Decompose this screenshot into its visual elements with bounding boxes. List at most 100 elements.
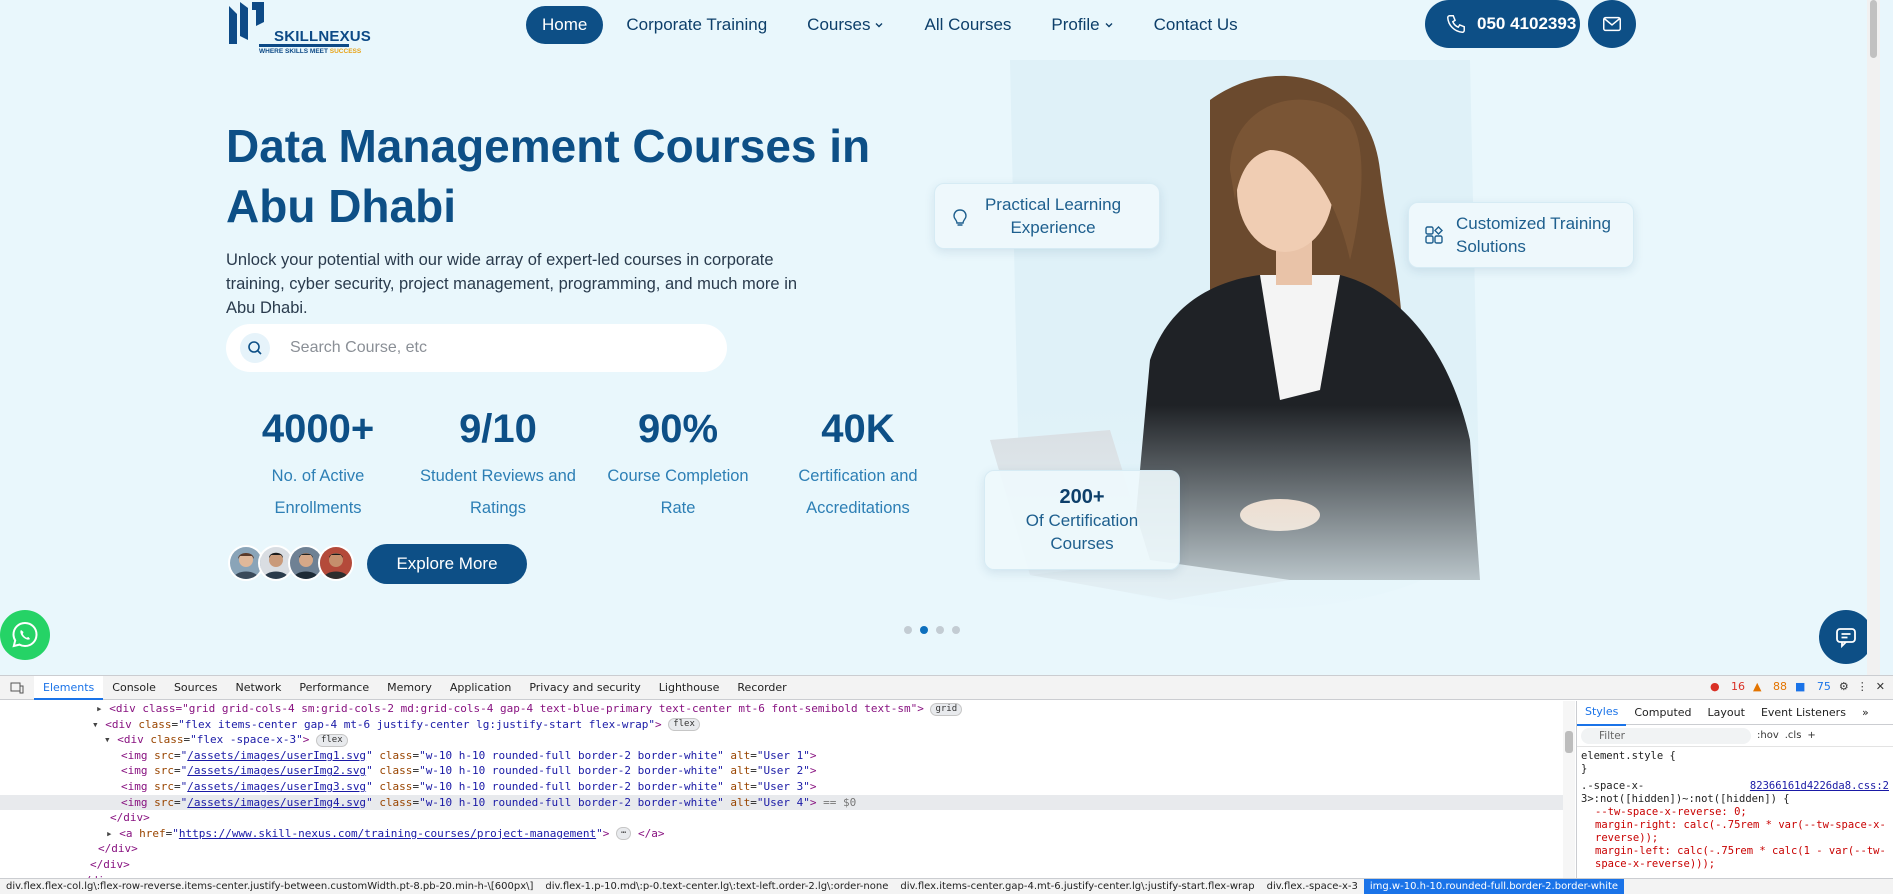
attr-value: w-10 h-10 rounded-full border-2 border-w… — [425, 764, 718, 778]
img-src[interactable]: /assets/images/userImg2.svg — [187, 764, 366, 777]
settings-gear-icon[interactable]: ⚙ — [1839, 680, 1849, 693]
info-count[interactable]: ■ 75 — [1795, 680, 1831, 693]
search-input[interactable] — [290, 339, 690, 357]
dom-node[interactable]: </div> — [0, 841, 1563, 857]
chat-button[interactable] — [1819, 610, 1873, 664]
breadcrumb-item[interactable]: div.flex.items-center.gap-4.mt-6.justify… — [894, 881, 1260, 892]
link-href[interactable]: https://www.skill-nexus.com/training-cou… — [179, 827, 596, 840]
dom-scrollbar[interactable] — [1563, 701, 1575, 879]
dom-node[interactable]: </div> — [0, 857, 1563, 873]
nav-all-courses[interactable]: All Courses — [907, 6, 1028, 44]
tab-network[interactable]: Network — [226, 676, 290, 700]
explore-more-button[interactable]: Explore More — [367, 544, 527, 584]
error-count[interactable]: ● 16 — [1710, 680, 1745, 693]
nav-label: Corporate Training — [626, 15, 768, 34]
nav-corporate-training[interactable]: Corporate Training — [609, 6, 784, 44]
breadcrumb-item[interactable]: div.flex.-space-x-3 — [1261, 881, 1364, 892]
nav-contact-us[interactable]: Contact Us — [1137, 6, 1255, 44]
rule-close: } — [1581, 763, 1588, 775]
warning-count[interactable]: ▲ 88 — [1753, 680, 1787, 693]
hov-toggle[interactable]: :hov — [1757, 730, 1779, 741]
cls-toggle[interactable]: .cls — [1785, 730, 1802, 741]
img-src[interactable]: /assets/images/userImg4.svg — [187, 796, 366, 809]
tab-privacy[interactable]: Privacy and security — [520, 676, 649, 700]
main-nav: Home Corporate Training Courses All Cour… — [526, 5, 1261, 45]
more-tabs-icon[interactable]: » — [1854, 701, 1877, 725]
tab-application[interactable]: Application — [441, 676, 520, 700]
layout-pill[interactable]: grid — [930, 702, 963, 716]
whatsapp-icon — [12, 621, 38, 648]
css-declaration[interactable]: margin-right: calc(-.75rem * var(--tw-sp… — [1581, 819, 1889, 845]
nav-profile[interactable]: Profile — [1034, 6, 1130, 44]
breadcrumb-item-selected[interactable]: img.w-10.h-10.rounded-full.border-2.bord… — [1363, 879, 1625, 894]
more-options-icon[interactable]: ⋮ — [1857, 680, 1868, 693]
tab-styles[interactable]: Styles — [1577, 700, 1627, 726]
tab-computed[interactable]: Computed — [1626, 701, 1699, 725]
page-scrollbar[interactable] — [1867, 0, 1880, 675]
carousel-dot[interactable] — [904, 626, 912, 634]
nav-label: Profile — [1051, 15, 1100, 34]
styles-filter-row: Filter :hov .cls + — [1577, 725, 1893, 747]
css-rule[interactable]: 82366161d4226da8.css:2 .-space-x-3>:not(… — [1581, 780, 1889, 806]
lightbulb-icon — [953, 209, 967, 226]
tab-layout[interactable]: Layout — [1700, 701, 1753, 725]
tab-event-listeners[interactable]: Event Listeners — [1753, 701, 1854, 725]
tab-performance[interactable]: Performance — [290, 676, 378, 700]
dom-node[interactable]: </div> — [0, 810, 1563, 826]
css-declaration[interactable]: margin-left: calc(-.75rem * calc(1 - var… — [1581, 845, 1889, 871]
layout-pill[interactable]: flex — [668, 718, 700, 732]
whatsapp-button[interactable] — [0, 610, 50, 660]
site-logo[interactable]: SKILLNEXUS WHERE SKILLS MEET SUCCESS — [226, 0, 371, 60]
tab-console[interactable]: Console — [103, 676, 165, 700]
tab-memory[interactable]: Memory — [378, 676, 441, 700]
dom-node[interactable]: ▾ <div class="flex items-center gap-4 mt… — [0, 717, 1563, 733]
dom-node[interactable]: ▾ <div class="flex -space-x-3"> flex — [0, 732, 1563, 748]
scrollbar-thumb[interactable] — [1870, 0, 1877, 58]
element-style-rule[interactable]: element.style { — [1581, 750, 1889, 763]
stat-reviews: 9/10 Student Reviews and Ratings — [408, 404, 588, 524]
logo-mark-icon — [229, 2, 264, 44]
dom-node[interactable]: <img src="/assets/images/userImg2.svg" c… — [0, 763, 1563, 779]
nav-courses[interactable]: Courses — [790, 6, 901, 44]
dom-node-selected[interactable]: <img src="/assets/images/userImg4.svg" c… — [0, 794, 1563, 811]
tab-lighthouse[interactable]: Lighthouse — [650, 676, 729, 700]
nav-label: Home — [542, 15, 588, 34]
dom-tree[interactable]: ▸ <div class="grid grid-cols-4 sm:grid-c… — [0, 701, 1563, 879]
email-button[interactable] — [1588, 0, 1636, 48]
breadcrumb-item[interactable]: div.flex-1.p-10.md\:p-0.text-center.lg\:… — [539, 881, 894, 892]
layout-pill[interactable]: flex — [315, 733, 348, 747]
stats-row: 4000+ No. of Active Enrollments 9/10 Stu… — [228, 404, 948, 524]
css-source-link[interactable]: 82366161d4226da8.css:2 — [1750, 780, 1889, 793]
close-icon[interactable]: ✕ — [1876, 680, 1885, 693]
device-toolbar-icon[interactable] — [0, 676, 34, 700]
scrollbar-thumb[interactable] — [1565, 731, 1573, 753]
error-count-value: 16 — [1731, 680, 1746, 693]
tab-elements[interactable]: Elements — [34, 675, 104, 700]
dom-node[interactable]: ▸ <a href="https://www.skill-nexus.com/t… — [0, 826, 1563, 842]
styles-tabbar: Styles Computed Layout Event Listeners » — [1577, 700, 1893, 726]
ellipsis-pill[interactable]: ⋯ — [615, 827, 632, 841]
dom-node[interactable]: <img src="/assets/images/userImg1.svg" c… — [0, 748, 1563, 764]
dom-node[interactable]: ▸ <div class="grid grid-cols-4 sm:grid-c… — [0, 701, 1563, 717]
nav-home[interactable]: Home — [526, 6, 604, 44]
styles-filter-input[interactable]: Filter — [1581, 727, 1751, 744]
badge-label: Practical Learning Experience — [984, 195, 1122, 237]
tab-sources[interactable]: Sources — [165, 676, 227, 700]
img-src[interactable]: /assets/images/userImg3.svg — [187, 780, 366, 793]
css-declaration[interactable]: --tw-space-x-reverse: 0; — [1581, 806, 1889, 819]
attr-value: w-10 h-10 rounded-full border-2 border-w… — [425, 748, 718, 762]
selected-marker: == $0 — [823, 795, 857, 809]
carousel-dot[interactable] — [936, 626, 944, 634]
carousel-dot[interactable] — [952, 626, 960, 634]
nav-label: All Courses — [924, 15, 1012, 34]
breadcrumb-item[interactable]: div.flex.flex-col.lg\:flex-row-reverse.i… — [0, 881, 539, 892]
avatar — [318, 545, 354, 581]
course-search[interactable] — [226, 324, 727, 372]
add-rule-icon[interactable]: + — [1807, 730, 1815, 741]
carousel-dot-active[interactable] — [920, 626, 928, 634]
attr-value: User 1 — [763, 748, 804, 762]
tab-recorder[interactable]: Recorder — [728, 676, 795, 700]
dom-node[interactable]: <img src="/assets/images/userImg3.svg" c… — [0, 779, 1563, 795]
img-src[interactable]: /assets/images/userImg1.svg — [187, 749, 366, 762]
phone-button[interactable]: 050 4102393 — [1425, 0, 1580, 48]
